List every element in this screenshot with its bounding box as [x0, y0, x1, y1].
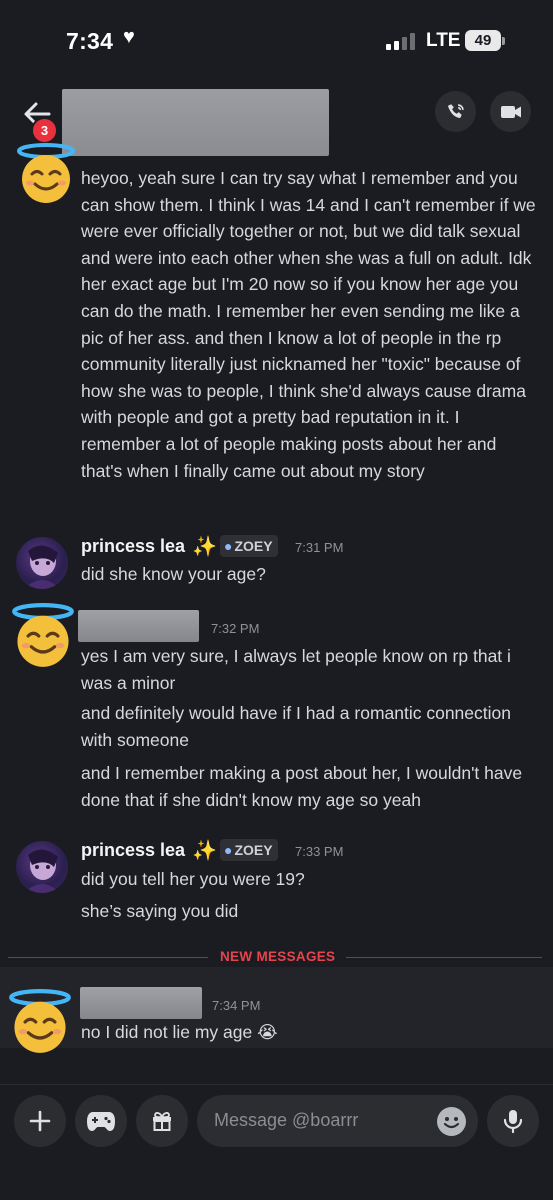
- new-messages-line: [8, 957, 208, 958]
- gift-icon: [153, 1112, 171, 1131]
- network-type: LTE: [426, 30, 461, 51]
- battery-icon: 49: [465, 30, 501, 51]
- battery-tip: [502, 37, 505, 45]
- princess-lea-avatar[interactable]: [16, 841, 68, 893]
- message-text: yes I am very sure, I always let people …: [81, 646, 511, 693]
- message-text: no I did not lie my age 😭: [81, 1022, 278, 1042]
- user-avatar[interactable]: [10, 603, 76, 669]
- redacted-channel-name[interactable]: [62, 89, 329, 156]
- author-name[interactable]: princess lea: [81, 536, 185, 557]
- role-tag[interactable]: ● ZOEY: [220, 535, 278, 557]
- sparkles-icon: ✨: [192, 840, 217, 862]
- signal-icon: [386, 32, 418, 50]
- role-tag-label: ZOEY: [234, 538, 273, 554]
- message-text: did she know your age?: [81, 564, 266, 584]
- message-text: did you tell her you were 19?: [81, 869, 305, 889]
- message-text: and definitely would have if I had a rom…: [81, 703, 511, 750]
- voice-message-button[interactable]: [487, 1095, 539, 1147]
- timestamp: 7:33 PM: [295, 844, 344, 859]
- timestamp: 7:31 PM: [295, 540, 344, 555]
- voice-call-button[interactable]: [435, 91, 476, 132]
- princess-lea-avatar[interactable]: [16, 537, 68, 589]
- redacted-username[interactable]: [80, 987, 202, 1019]
- add-attachment-button[interactable]: [14, 1095, 66, 1147]
- battery-level: 49: [474, 32, 492, 49]
- paw-icon: ●: [224, 538, 233, 554]
- timestamp: 7:34 PM: [212, 998, 261, 1013]
- status-time: 7:34: [66, 28, 114, 54]
- message-text: heyoo, yeah sure I can try say what I re…: [81, 168, 536, 481]
- plus-icon: [29, 1110, 51, 1132]
- composer-divider: [0, 1084, 553, 1085]
- role-tag-label: ZOEY: [234, 842, 273, 858]
- new-messages-label: NEW MESSAGES: [220, 949, 336, 964]
- user-avatar[interactable]: [7, 989, 73, 1055]
- author-name[interactable]: princess lea: [81, 840, 185, 861]
- gift-button[interactable]: [136, 1095, 188, 1147]
- emoji-picker-button[interactable]: [437, 1107, 466, 1136]
- unread-badge: 3: [31, 117, 58, 144]
- sparkles-icon: ✨: [192, 536, 217, 558]
- smiley-icon: [443, 1117, 460, 1129]
- phone-icon: [447, 103, 464, 118]
- status-bar: 7:34 ♥ LTE 49: [0, 0, 553, 84]
- activities-button[interactable]: [75, 1095, 127, 1147]
- message-text: she’s saying you did: [81, 901, 239, 921]
- message-text: and I remember making a post about her, …: [81, 763, 523, 810]
- new-messages-line: [346, 957, 542, 958]
- video-call-button[interactable]: [490, 91, 531, 132]
- paw-icon: ●: [224, 842, 233, 858]
- message-input-placeholder: Message @boarrr: [214, 1110, 359, 1130]
- heart-icon: ♥: [123, 26, 135, 48]
- timestamp: 7:32 PM: [211, 621, 260, 636]
- role-tag[interactable]: ● ZOEY: [220, 839, 278, 861]
- gamepad-icon: [87, 1112, 115, 1131]
- microphone-icon: [503, 1110, 523, 1134]
- user-avatar[interactable]: [15, 143, 77, 205]
- redacted-username[interactable]: [78, 610, 199, 642]
- video-camera-icon: [500, 105, 521, 118]
